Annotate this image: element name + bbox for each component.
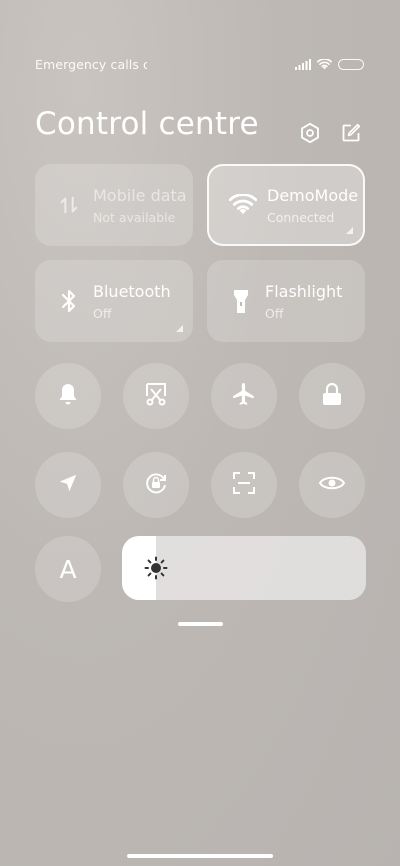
bell-icon: [57, 382, 79, 410]
signal-icon: [295, 55, 311, 74]
reading-mode-toggle[interactable]: [299, 452, 365, 518]
screenshot-icon: [143, 381, 169, 411]
page-title: Control centre: [35, 106, 259, 142]
wifi-icon: [316, 55, 333, 74]
auto-brightness-label: A: [59, 554, 77, 584]
wifi-text: DemoMode Connected: [267, 186, 358, 225]
flashlight-tile[interactable]: Flashlight Off: [207, 260, 365, 342]
mobile-data-text: Mobile data Not available: [93, 186, 187, 225]
battery-icon: [338, 58, 364, 70]
rotation-lock-icon: [143, 470, 169, 500]
expand-corner-icon: [346, 227, 353, 234]
sun-icon: [144, 556, 168, 580]
bell-toggle[interactable]: [35, 363, 101, 429]
flashlight-text: Flashlight Off: [265, 282, 342, 321]
tile-status: Off: [93, 305, 112, 321]
expand-corner-icon: [176, 325, 183, 332]
edit-icon[interactable]: [338, 120, 364, 146]
screenshot-toggle[interactable]: [123, 363, 189, 429]
header-actions: [297, 120, 364, 146]
drag-handle[interactable]: [178, 622, 223, 626]
tile-label: Mobile data: [93, 185, 187, 205]
mobile-data-icon: [49, 194, 89, 216]
tile-label: Flashlight: [265, 281, 343, 301]
home-indicator[interactable]: [127, 854, 273, 858]
wifi-tile[interactable]: DemoMode Connected: [207, 164, 365, 246]
tile-status: Connected: [267, 209, 335, 225]
brightness-slider[interactable]: [122, 536, 366, 600]
bluetooth-tile[interactable]: Bluetooth Off: [35, 260, 193, 342]
scanner-toggle[interactable]: [211, 452, 277, 518]
carrier-text: Emergency calls o: [35, 56, 147, 72]
bluetooth-text: Bluetooth Off: [93, 282, 171, 321]
lock-toggle[interactable]: [299, 363, 365, 429]
rotation-lock-toggle[interactable]: [123, 452, 189, 518]
location-toggle[interactable]: [35, 452, 101, 518]
tile-label: DemoMode: [267, 185, 359, 205]
flashlight-icon: [221, 287, 261, 315]
bluetooth-icon: [49, 288, 89, 314]
lock-icon: [321, 382, 343, 410]
airplane-icon: [231, 381, 257, 411]
airplane-toggle[interactable]: [211, 363, 277, 429]
status-icons: [295, 55, 364, 74]
tile-status: Not available: [93, 209, 176, 225]
auto-brightness-button[interactable]: A: [35, 536, 101, 602]
tile-status: Off: [265, 305, 284, 321]
scanner-icon: [232, 471, 256, 499]
mobile-data-tile[interactable]: Mobile data Not available: [35, 164, 193, 246]
reading-mode-icon: [318, 473, 346, 497]
settings-icon[interactable]: [297, 120, 323, 146]
status-bar: Emergency calls o: [35, 56, 364, 72]
wifi-tile-icon: [223, 194, 263, 216]
location-icon: [57, 472, 79, 498]
tile-label: Bluetooth: [93, 281, 171, 301]
